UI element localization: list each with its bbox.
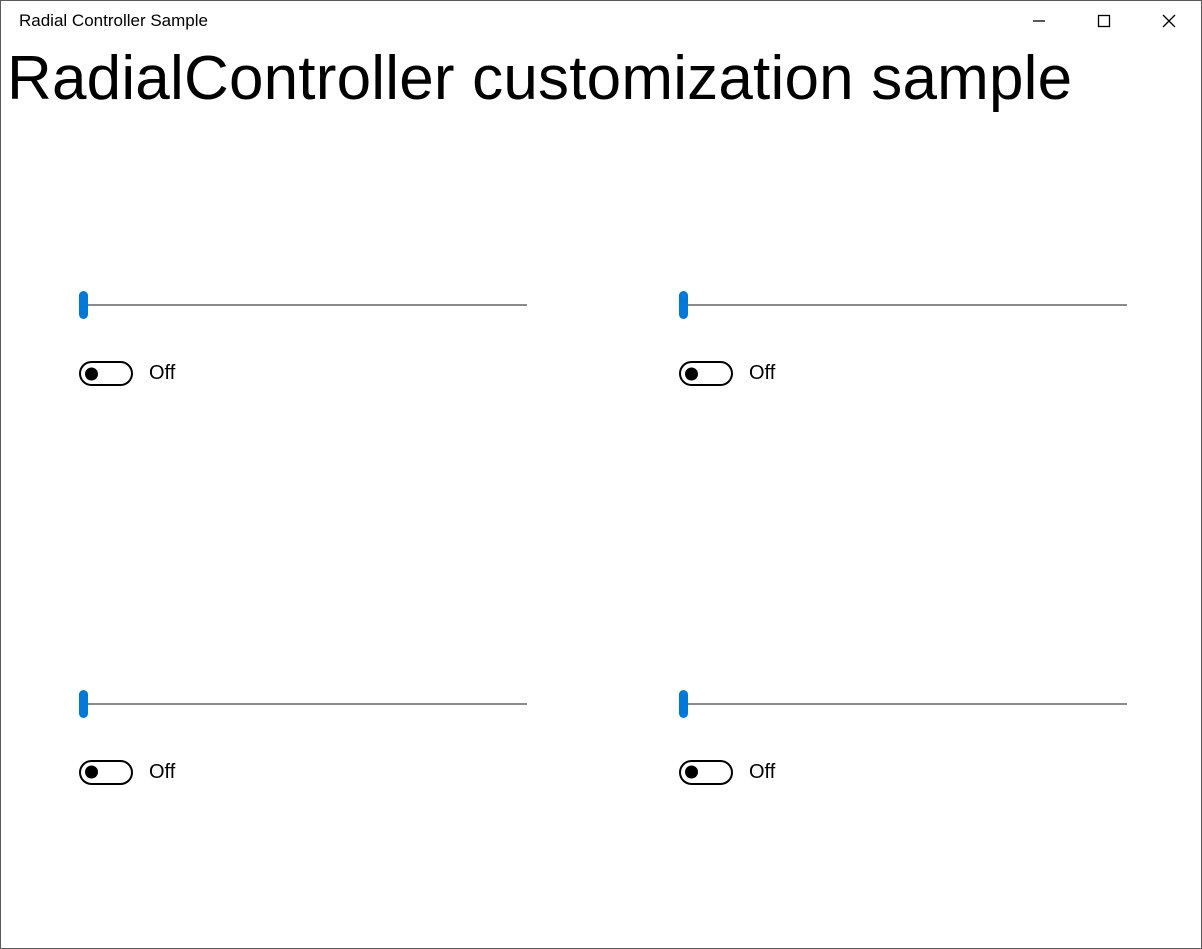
maximize-button[interactable] <box>1071 1 1136 41</box>
toggle-row-3: Off <box>679 760 1201 785</box>
toggle-1[interactable] <box>679 361 733 386</box>
slider-thumb[interactable] <box>679 291 688 319</box>
slider-2[interactable] <box>79 690 527 718</box>
slider-thumb[interactable] <box>79 690 88 718</box>
window-title: Radial Controller Sample <box>19 11 208 31</box>
slider-thumb[interactable] <box>79 291 88 319</box>
toggle-row-2: Off <box>79 760 601 785</box>
slider-track <box>684 304 1127 306</box>
toggle-0[interactable] <box>79 361 133 386</box>
minimize-icon <box>1032 14 1046 28</box>
slider-track <box>684 703 1127 705</box>
slider-track <box>84 304 527 306</box>
page-title: RadialController customization sample <box>1 41 1201 114</box>
slider-track <box>84 703 527 705</box>
control-cell-0: Off <box>1 151 601 550</box>
toggle-label-1: Off <box>749 362 775 385</box>
toggle-knob <box>85 766 98 779</box>
control-cell-3: Off <box>601 550 1201 949</box>
caption-buttons <box>1006 1 1201 41</box>
close-button[interactable] <box>1136 1 1201 41</box>
toggle-label-2: Off <box>149 761 175 784</box>
control-cell-1: Off <box>601 151 1201 550</box>
toggle-knob <box>685 367 698 380</box>
toggle-3[interactable] <box>679 760 733 785</box>
toggle-label-0: Off <box>149 362 175 385</box>
slider-3[interactable] <box>679 690 1127 718</box>
toggle-knob <box>85 367 98 380</box>
slider-1[interactable] <box>679 291 1127 319</box>
toggle-row-1: Off <box>679 361 1201 386</box>
toggle-label-3: Off <box>749 761 775 784</box>
toggle-row-0: Off <box>79 361 601 386</box>
close-icon <box>1161 13 1177 29</box>
slider-thumb[interactable] <box>679 690 688 718</box>
toggle-2[interactable] <box>79 760 133 785</box>
minimize-button[interactable] <box>1006 1 1071 41</box>
controls-grid: Off Off Off <box>1 151 1201 948</box>
control-cell-2: Off <box>1 550 601 949</box>
maximize-icon <box>1097 14 1111 28</box>
toggle-knob <box>685 766 698 779</box>
slider-0[interactable] <box>79 291 527 319</box>
titlebar: Radial Controller Sample <box>1 1 1201 41</box>
